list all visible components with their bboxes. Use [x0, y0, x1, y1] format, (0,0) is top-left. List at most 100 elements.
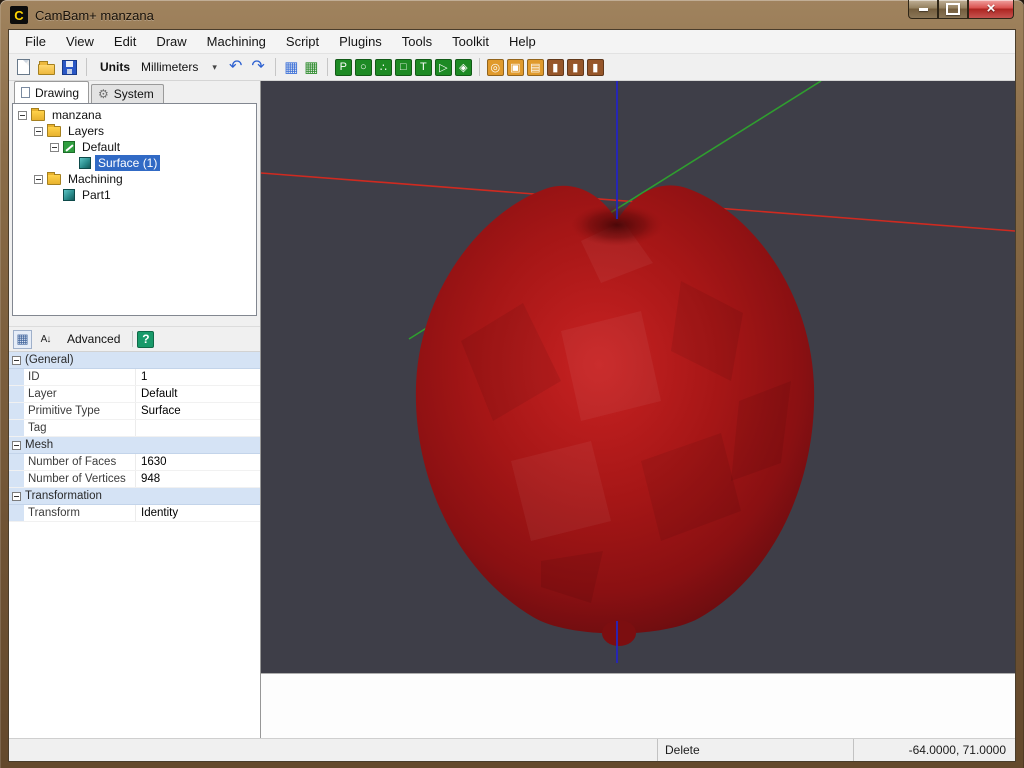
layer-icon	[63, 141, 75, 153]
points-icon[interactable]: ∴	[375, 59, 392, 76]
property-value[interactable]: 1630	[136, 456, 260, 468]
property-category-general[interactable]: (General)	[9, 352, 260, 369]
row-gutter	[9, 386, 24, 402]
drawing-tree: manzanaLayersDefaultSurface (1)Machining…	[12, 103, 257, 316]
property-name: Primitive Type	[24, 403, 136, 419]
surface-icon[interactable]: ◈	[455, 59, 472, 76]
status-bar: Delete -64.0000, 71.0000	[9, 738, 1015, 761]
grid-snap-icon[interactable]: ▦	[283, 59, 300, 76]
property-name: Number of Vertices	[24, 471, 136, 487]
save-icon[interactable]	[62, 60, 77, 75]
tree-item-part1[interactable]: Part1	[13, 187, 256, 203]
menu-item-script[interactable]: Script	[276, 31, 329, 52]
menu-item-draw[interactable]: Draw	[146, 31, 196, 52]
property-value[interactable]: 1	[136, 371, 260, 383]
undo-icon[interactable]: ↶	[226, 59, 245, 75]
maximize-button[interactable]	[938, 0, 968, 19]
profile-icon[interactable]: ▤	[527, 59, 544, 76]
main-toolbar: Units Millimeters ↶ ↷ ▦▦ P○∴□T▷◈ ◎▣▤▮▮▮	[9, 54, 1015, 81]
tab-label: System	[114, 87, 154, 101]
cambam-logo-icon	[10, 6, 28, 24]
status-message-cell	[9, 739, 657, 761]
menu-item-file[interactable]: File	[15, 31, 56, 52]
property-row-tag[interactable]: Tag	[9, 420, 260, 437]
tree-item-manzana[interactable]: manzana	[13, 107, 256, 123]
properties-toolbar: Advanced ?	[9, 326, 260, 351]
menu-item-edit[interactable]: Edit	[104, 31, 146, 52]
collapse-icon[interactable]	[12, 356, 21, 365]
viewport-3d[interactable]	[261, 81, 1015, 673]
close-button[interactable]	[968, 0, 1014, 19]
viewport-canvas	[261, 81, 1015, 673]
sort-alphabetical-icon[interactable]	[36, 330, 55, 349]
tree-item-surface-1[interactable]: Surface (1)	[13, 155, 256, 171]
tree-item-label: Default	[79, 139, 123, 155]
apple-bottom-nub	[602, 620, 636, 646]
tree-item-layers[interactable]: Layers	[13, 123, 256, 139]
property-value[interactable]: Default	[136, 388, 260, 400]
toolbar-draw-group: P○∴□T▷◈	[335, 59, 472, 76]
folder-icon	[47, 174, 61, 185]
rectangle-icon[interactable]: □	[395, 59, 412, 76]
bottom-panel	[261, 673, 1015, 738]
pocket-icon[interactable]: ▣	[507, 59, 524, 76]
property-row-layer[interactable]: LayerDefault	[9, 386, 260, 403]
window-controls	[908, 0, 1014, 19]
collapse-icon[interactable]	[34, 127, 43, 136]
categorized-view-icon[interactable]	[13, 330, 32, 349]
open-file-icon[interactable]	[38, 64, 55, 75]
collapse-icon[interactable]	[50, 143, 59, 152]
property-row-transform[interactable]: TransformIdentity	[9, 505, 260, 522]
tab-drawing[interactable]: Drawing	[14, 81, 89, 103]
collapse-icon[interactable]	[12, 492, 21, 501]
property-value[interactable]: Surface	[136, 405, 260, 417]
toolbar-separator	[327, 58, 328, 76]
property-name: Transform	[24, 505, 136, 521]
screw-icon-3[interactable]: ▮	[587, 59, 604, 76]
menu-item-help[interactable]: Help	[499, 31, 546, 52]
status-coordinates: -64.0000, 71.0000	[853, 739, 1015, 761]
menu-item-machining[interactable]: Machining	[197, 31, 276, 52]
property-row-id[interactable]: ID1	[9, 369, 260, 386]
circle-icon[interactable]: ○	[355, 59, 372, 76]
menu-item-tools[interactable]: Tools	[392, 31, 442, 52]
tab-system[interactable]: System	[91, 84, 164, 103]
property-value[interactable]: 948	[136, 473, 260, 485]
menu-item-plugins[interactable]: Plugins	[329, 31, 392, 52]
mesh-icon	[79, 157, 91, 169]
text-icon[interactable]: T	[415, 59, 432, 76]
collapse-icon[interactable]	[12, 441, 21, 450]
units-dropdown[interactable]: Millimeters	[137, 58, 223, 76]
advanced-button[interactable]: Advanced	[59, 330, 128, 348]
help-icon[interactable]: ?	[137, 331, 154, 348]
row-gutter	[9, 454, 24, 470]
row-gutter	[9, 369, 24, 385]
property-value[interactable]: Identity	[136, 507, 260, 519]
grid-display-icon[interactable]: ▦	[303, 59, 320, 76]
toolbar-separator	[275, 58, 276, 76]
titlebar[interactable]: CamBam+ manzana	[0, 0, 1024, 30]
collapse-icon[interactable]	[34, 175, 43, 184]
property-row-primitive-type[interactable]: Primitive TypeSurface	[9, 403, 260, 420]
folder-icon	[47, 126, 61, 137]
property-row-number-of-faces[interactable]: Number of Faces1630	[9, 454, 260, 471]
redo-icon[interactable]: ↷	[248, 59, 267, 75]
drill-icon[interactable]: ◎	[487, 59, 504, 76]
gear-icon	[98, 88, 109, 100]
property-row-number-of-vertices[interactable]: Number of Vertices948	[9, 471, 260, 488]
collapse-icon[interactable]	[18, 111, 27, 120]
polyline-icon[interactable]: ▷	[435, 59, 452, 76]
screw-icon-1[interactable]: ▮	[547, 59, 564, 76]
property-grid: (General)ID1LayerDefaultPrimitive TypeSu…	[9, 351, 260, 738]
menu-item-toolkit[interactable]: Toolkit	[442, 31, 499, 52]
tree-item-machining[interactable]: Machining	[13, 171, 256, 187]
menu-item-view[interactable]: View	[56, 31, 104, 52]
left-panel: Drawing System manzanaLayersDefaultSurfa…	[9, 81, 261, 738]
point-list-icon[interactable]: P	[335, 59, 352, 76]
minimize-button[interactable]	[908, 0, 938, 19]
screw-icon-2[interactable]: ▮	[567, 59, 584, 76]
property-category-transformation[interactable]: Transformation	[9, 488, 260, 505]
new-file-icon[interactable]	[17, 59, 30, 75]
property-category-mesh[interactable]: Mesh	[9, 437, 260, 454]
tree-item-default[interactable]: Default	[13, 139, 256, 155]
